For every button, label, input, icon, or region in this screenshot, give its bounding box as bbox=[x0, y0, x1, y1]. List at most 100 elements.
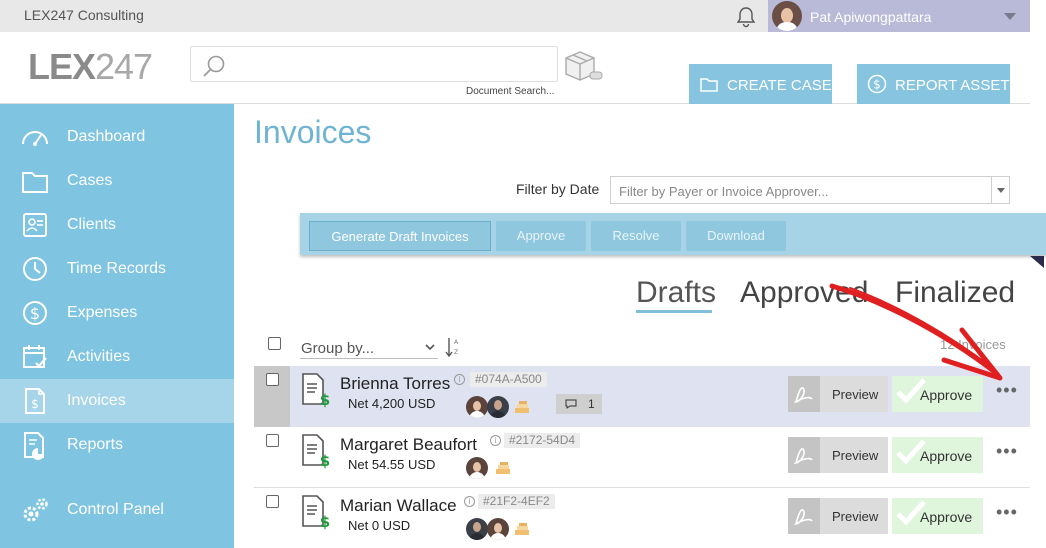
approve-button[interactable]: Approve bbox=[892, 376, 983, 412]
generate-draft-invoices-button[interactable]: Generate Draft Invoices bbox=[309, 221, 491, 251]
folder-icon bbox=[700, 78, 718, 92]
pdf-icon bbox=[788, 498, 820, 534]
page-title: Invoices bbox=[254, 114, 372, 150]
payer-name[interactable]: Margaret Beaufort bbox=[340, 435, 477, 455]
approve-button[interactable]: Approve bbox=[892, 437, 983, 473]
clock-icon bbox=[23, 257, 47, 281]
svg-text:$: $ bbox=[320, 452, 330, 469]
sidebar-item-time-records[interactable]: Time Records bbox=[0, 247, 234, 291]
resolve-button[interactable]: Resolve bbox=[591, 221, 681, 251]
svg-text:$: $ bbox=[320, 513, 330, 530]
avatar bbox=[466, 457, 488, 479]
approve-button[interactable]: Approve bbox=[892, 498, 983, 534]
invoice-icon: $ bbox=[302, 495, 330, 530]
gauge-icon bbox=[22, 131, 48, 146]
net-amount: Net 0 USD bbox=[348, 518, 411, 533]
preview-button[interactable]: Preview bbox=[788, 437, 888, 473]
invoice-code: #21F2-4EF2 bbox=[478, 494, 555, 509]
action-bar: Generate Draft Invoices Approve Resolve … bbox=[300, 213, 1046, 255]
avatar bbox=[466, 396, 488, 418]
gears-icon bbox=[23, 498, 48, 522]
net-amount: Net 4,200 USD bbox=[348, 396, 436, 411]
avatar bbox=[772, 1, 802, 31]
info-icon[interactable]: i bbox=[454, 374, 465, 385]
approve-selected-button[interactable]: Approve bbox=[496, 221, 586, 251]
pdf-icon bbox=[788, 376, 820, 412]
info-icon[interactable]: i bbox=[490, 435, 501, 446]
top-bar: LEX247 Consulting Pat Apiwongpattara bbox=[0, 0, 1030, 32]
payer-name[interactable]: Brienna Torres bbox=[340, 374, 450, 394]
invoice-code: #074A-A500 bbox=[470, 372, 547, 387]
svg-text:$: $ bbox=[873, 78, 881, 92]
stack-icon bbox=[515, 523, 529, 535]
pdf-icon bbox=[788, 437, 820, 473]
comment-badge[interactable]: 1 bbox=[556, 394, 602, 414]
sidebar-item-clients[interactable]: Clients bbox=[0, 203, 234, 247]
document-search-box-icon[interactable] bbox=[562, 48, 604, 84]
comment-icon bbox=[565, 399, 577, 409]
sidebar-item-dashboard[interactable]: Dashboard bbox=[0, 115, 234, 159]
filter-placeholder: Filter by Payer or Invoice Approver... bbox=[619, 184, 829, 199]
preview-button[interactable]: Preview bbox=[788, 498, 888, 534]
group-by-select[interactable]: Group by... bbox=[300, 333, 438, 359]
invoice-code: #2172-54D4 bbox=[504, 433, 581, 448]
sidebar-item-cases[interactable]: Cases bbox=[0, 159, 234, 203]
tab-approved[interactable]: Approved bbox=[740, 276, 868, 310]
avatar bbox=[466, 518, 488, 540]
filter-by-date-link[interactable]: Filter by Date bbox=[516, 181, 599, 197]
filter-payer-select[interactable]: Filter by Payer or Invoice Approver... bbox=[610, 176, 1010, 204]
invoice-count: 12 Invoices bbox=[940, 337, 1006, 352]
sidebar-item-control-panel[interactable]: Control Panel bbox=[0, 488, 234, 532]
more-options-icon[interactable]: ••• bbox=[996, 380, 1018, 401]
row-checkbox[interactable] bbox=[266, 495, 279, 508]
create-case-button[interactable]: CREATE CASE bbox=[689, 64, 832, 104]
user-menu[interactable]: Pat Apiwongpattara bbox=[768, 0, 1030, 32]
chevron-down-icon[interactable] bbox=[991, 177, 1009, 203]
chevron-down-icon bbox=[425, 344, 435, 351]
header: LEX247 Document Search... CREATE CASE $ … bbox=[0, 32, 1030, 104]
folder-icon bbox=[22, 172, 48, 193]
table-row[interactable]: $ Brienna Torres i #074A-A500 Net 4,200 … bbox=[254, 366, 1030, 427]
table-row[interactable]: $ Margaret Beaufort i #2172-54D4 Net 54.… bbox=[254, 427, 1030, 488]
sidebar: Dashboard Cases Clients Time Records $ E… bbox=[0, 104, 234, 548]
info-icon[interactable]: i bbox=[464, 496, 475, 507]
payer-name[interactable]: Marian Wallace bbox=[340, 496, 457, 516]
invoice-icon: $ bbox=[302, 434, 330, 469]
sidebar-item-reports[interactable]: Reports bbox=[0, 423, 234, 467]
tab-finalized[interactable]: Finalized bbox=[895, 276, 1015, 310]
download-button[interactable]: Download bbox=[686, 221, 786, 251]
sidebar-item-expenses[interactable]: $ Expenses bbox=[0, 291, 234, 335]
active-tab-indicator bbox=[636, 310, 712, 313]
sidebar-item-invoices[interactable]: $ Invoices bbox=[0, 379, 234, 423]
table-row[interactable]: $ Marian Wallace i #21F2-4EF2 Net 0 USD … bbox=[254, 488, 1030, 548]
search-input[interactable] bbox=[190, 46, 558, 82]
row-checkbox[interactable] bbox=[266, 434, 279, 447]
report-chart-icon bbox=[24, 432, 44, 460]
logo[interactable]: LEX247 bbox=[28, 46, 153, 88]
more-options-icon[interactable]: ••• bbox=[996, 502, 1018, 523]
invoice-icon: $ bbox=[25, 388, 45, 414]
stack-icon bbox=[496, 462, 510, 474]
preview-button[interactable]: Preview bbox=[788, 376, 888, 412]
svg-text:$: $ bbox=[320, 391, 330, 408]
sort-icon[interactable]: A Z bbox=[444, 336, 460, 358]
row-checkbox[interactable] bbox=[266, 373, 279, 386]
tab-drafts[interactable]: Drafts bbox=[636, 276, 716, 310]
select-all-checkbox[interactable] bbox=[268, 337, 281, 350]
avatar bbox=[487, 396, 509, 418]
net-amount: Net 54.55 USD bbox=[348, 457, 436, 472]
svg-text:$: $ bbox=[31, 397, 39, 411]
chevron-down-icon[interactable] bbox=[1004, 13, 1016, 20]
more-options-icon[interactable]: ••• bbox=[996, 441, 1018, 462]
stack-icon bbox=[515, 401, 529, 413]
invoice-icon: $ bbox=[302, 373, 330, 408]
report-asset-button[interactable]: $ REPORT ASSET bbox=[857, 64, 1010, 104]
bell-icon[interactable] bbox=[734, 5, 758, 29]
svg-text:A: A bbox=[454, 339, 459, 346]
search-icon bbox=[203, 55, 225, 77]
svg-text:$: $ bbox=[30, 304, 40, 323]
sidebar-item-activities[interactable]: Activities bbox=[0, 335, 234, 379]
dollar-circle-icon: $ bbox=[23, 301, 47, 325]
corner-marker bbox=[1030, 256, 1044, 268]
svg-text:Z: Z bbox=[454, 349, 458, 356]
